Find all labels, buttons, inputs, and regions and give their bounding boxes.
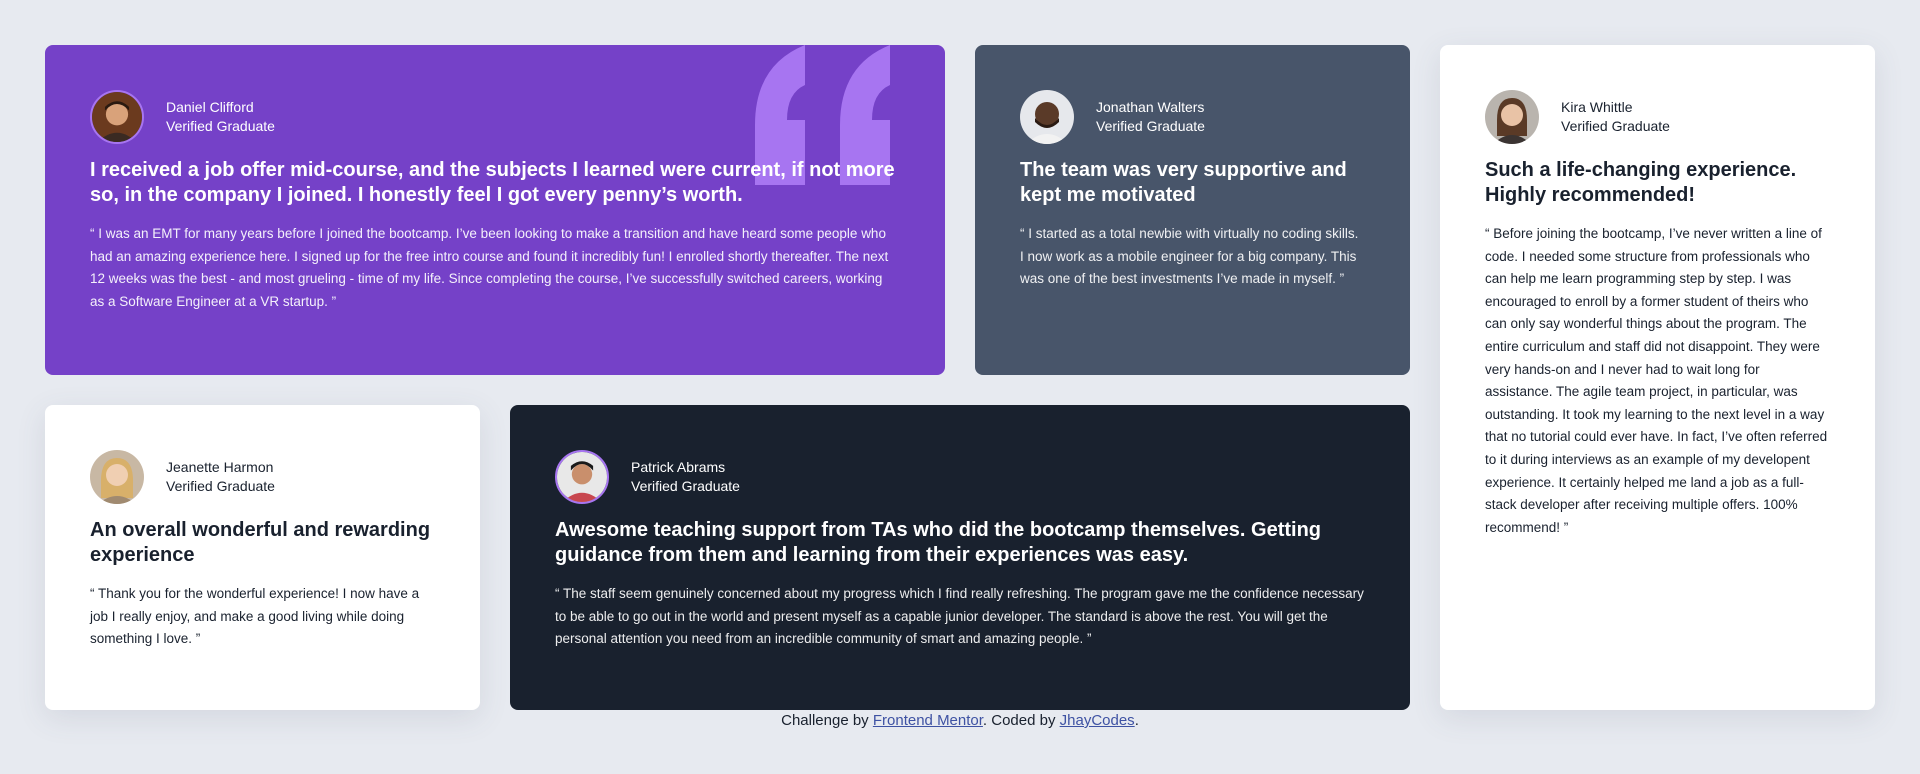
testimonial-quote: “ Thank you for the wonderful experience…: [90, 586, 420, 647]
author-link[interactable]: JhayCodes: [1060, 712, 1135, 729]
author-role: Verified Graduate: [166, 478, 275, 494]
testimonial-quote: “ I started as a total newbie with virtu…: [1020, 226, 1359, 287]
author-info: Jonathan Walters Verified Graduate: [1020, 90, 1365, 144]
footer-suffix: .: [1134, 712, 1139, 729]
author-name: Jonathan Walters: [1096, 99, 1205, 115]
avatar-patrick: [555, 450, 609, 504]
author-role: Verified Graduate: [1096, 118, 1205, 134]
testimonial-card-patrick: Patrick Abrams Verified Graduate Awesome…: [510, 405, 1410, 710]
testimonial-card-jonathan: Jonathan Walters Verified Graduate The t…: [975, 45, 1410, 375]
footer-middle: . Coded by: [982, 712, 1060, 729]
frontend-mentor-link[interactable]: Frontend Mentor: [873, 712, 983, 729]
testimonial-card-daniel: Daniel Clifford Verified Graduate I rece…: [45, 45, 945, 375]
testimonial-headline: Awesome teaching support from TAs who di…: [555, 519, 1322, 566]
author-name: Daniel Clifford: [166, 99, 254, 115]
author-info: Jeanette Harmon Verified Graduate: [90, 450, 435, 504]
testimonial-headline: An overall wonderful and rewarding exper…: [90, 519, 431, 566]
footer-prefix: Challenge by: [781, 712, 873, 729]
author-name: Kira Whittle: [1561, 99, 1633, 115]
testimonial-card-jeanette: Jeanette Harmon Verified Graduate An ove…: [45, 405, 480, 710]
avatar-daniel: [90, 90, 144, 144]
testimonial-headline: Such a life-changing experience. Highly …: [1485, 159, 1797, 206]
testimonial-quote: “ The staff seem genuinely concerned abo…: [555, 586, 1364, 647]
testimonial-quote: “ I was an EMT for many years before I j…: [90, 226, 889, 309]
testimonial-card-kira: Kira Whittle Verified Graduate Such a li…: [1440, 45, 1875, 710]
testimonial-quote: “ Before joining the bootcamp, I’ve neve…: [1485, 226, 1828, 535]
author-name: Patrick Abrams: [631, 459, 726, 475]
testimonial-headline: The team was very supportive and kept me…: [1020, 159, 1347, 206]
avatar-jonathan: [1020, 90, 1074, 144]
avatar-kira: [1485, 90, 1539, 144]
author-role: Verified Graduate: [166, 118, 275, 134]
author-role: Verified Graduate: [631, 478, 740, 494]
author-info: Kira Whittle Verified Graduate: [1485, 90, 1830, 144]
author-info: Daniel Clifford Verified Graduate: [90, 90, 900, 144]
author-role: Verified Graduate: [1561, 118, 1670, 134]
attribution-footer: Challenge by Frontend Mentor. Coded by J…: [0, 711, 1920, 731]
testimonial-headline: I received a job offer mid-course, and t…: [90, 159, 895, 206]
author-info: Patrick Abrams Verified Graduate: [555, 450, 1365, 504]
avatar-jeanette: [90, 450, 144, 504]
author-name: Jeanette Harmon: [166, 459, 274, 475]
